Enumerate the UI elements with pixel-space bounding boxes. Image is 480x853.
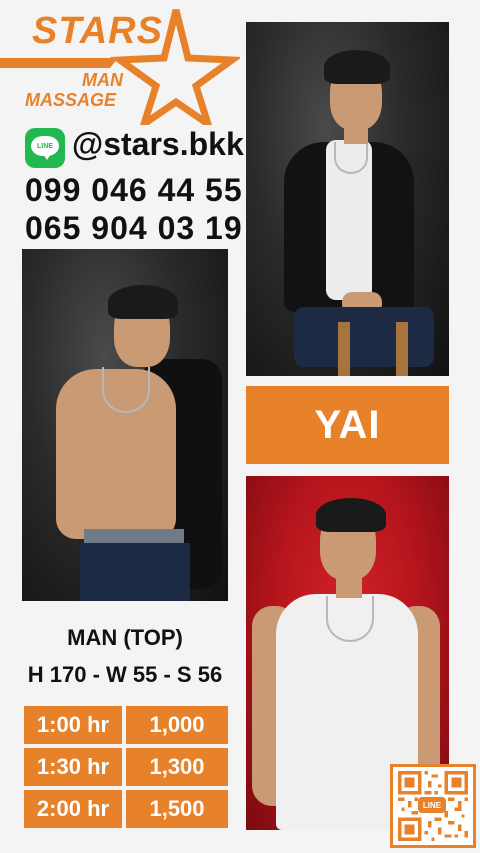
price-duration-1: 1:00 hr [24,706,122,744]
qr-code-icon[interactable]: LINE [390,764,476,848]
brand-subtitle-man: MAN [82,70,123,90]
price-amount-2: 1,300 [126,748,228,786]
brand-title: STARS [32,10,163,52]
price-amount-3: 1,500 [126,790,228,828]
phone-number-1[interactable]: 099 046 44 55 [25,172,243,209]
line-icon-label: LINE [31,136,59,156]
profile-stats: H 170 - W 55 - S 56 [27,662,223,687]
name-banner: YAI [246,386,449,464]
profile-name: YAI [314,402,381,447]
price-duration-3: 2:00 hr [24,790,122,828]
photo-seated [246,22,449,376]
brand-subtitle-massage: MASSAGE [25,90,117,110]
price-duration-2: 1:30 hr [24,748,122,786]
profile-role: MAN (TOP) [67,625,183,650]
line-handle[interactable]: @stars.bkk [72,126,244,163]
phone-number-2[interactable]: 065 904 03 19 [25,210,243,247]
qr-line-label: LINE [418,797,446,813]
photo-shirtless [22,249,228,601]
line-app-icon[interactable]: LINE [25,128,65,168]
price-amount-1: 1,000 [126,706,228,744]
